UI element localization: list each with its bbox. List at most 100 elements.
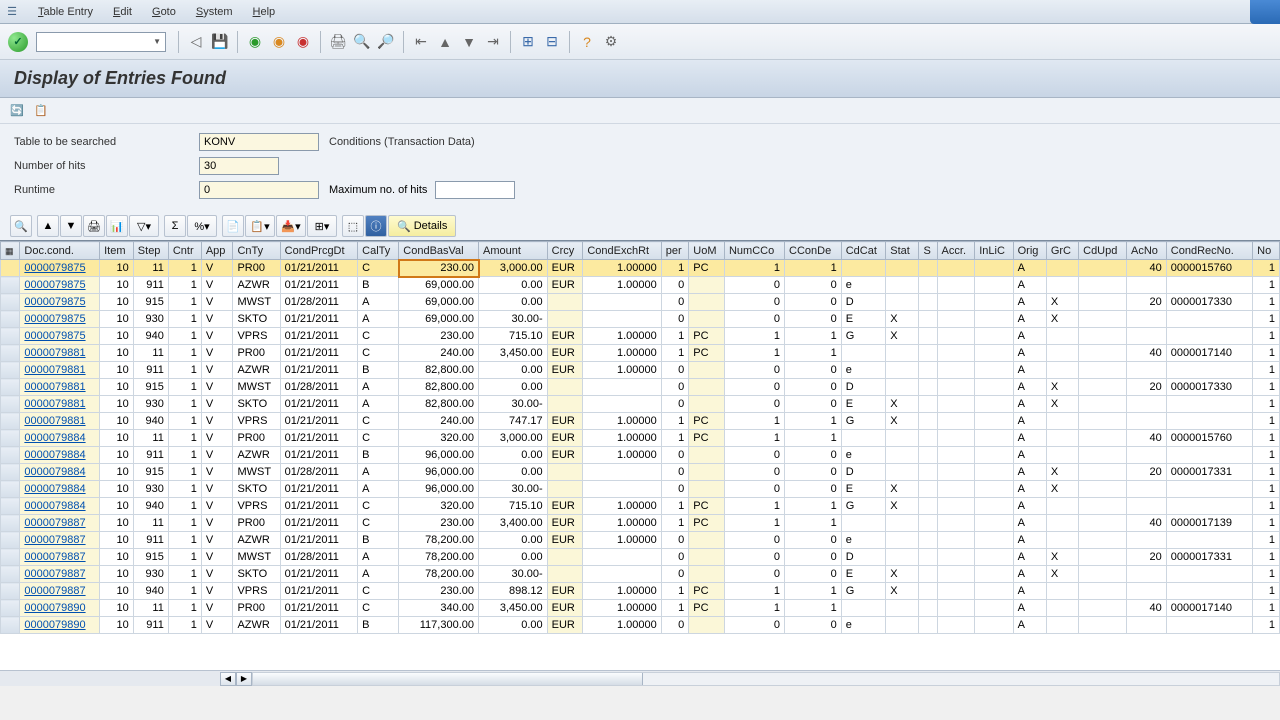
table-row[interactable]: 0000079884109301VSKTO01/21/2011A96,000.0… [1, 481, 1280, 498]
col-header[interactable]: S [919, 242, 937, 260]
copy-button[interactable]: 📋▾ [245, 215, 275, 237]
menu-goto[interactable]: Goto [142, 2, 186, 22]
cell-dt[interactable]: 01/21/2011 [280, 430, 358, 447]
cell-accr[interactable] [937, 447, 975, 464]
cell-acno[interactable]: 40 [1127, 600, 1167, 617]
col-header[interactable]: Stat [886, 242, 919, 260]
cell-s[interactable] [919, 464, 937, 481]
cell-orig[interactable]: A [1013, 362, 1046, 379]
cell-app[interactable]: V [201, 396, 233, 413]
cell-amt[interactable]: 3,450.00 [479, 600, 548, 617]
table-row[interactable]: 0000079887109151VMWST01/28/2011A78,200.0… [1, 549, 1280, 566]
cell-bas[interactable]: 96,000.00 [399, 447, 479, 464]
row-selector[interactable] [1, 515, 20, 532]
col-header[interactable]: Orig [1013, 242, 1046, 260]
cell-s[interactable] [919, 328, 937, 345]
cell-num[interactable]: 0 [724, 294, 784, 311]
cell-cntr[interactable]: 1 [168, 277, 201, 294]
cell-per[interactable]: 1 [661, 430, 689, 447]
cell-step[interactable]: 915 [133, 549, 168, 566]
cell-app[interactable]: V [201, 549, 233, 566]
cell-calty[interactable]: B [358, 277, 399, 294]
cell-per[interactable]: 0 [661, 549, 689, 566]
scroll-right-button[interactable]: ▶ [236, 672, 252, 686]
cell-rec[interactable]: 0000017331 [1166, 464, 1252, 481]
cell-inlic[interactable] [975, 481, 1013, 498]
cell-uom[interactable]: PC [689, 328, 725, 345]
cell-accr[interactable] [937, 566, 975, 583]
cell-orig[interactable]: A [1013, 294, 1046, 311]
cell-accr[interactable] [937, 430, 975, 447]
cell-cnty[interactable]: VPRS [233, 413, 280, 430]
cell-accr[interactable] [937, 260, 975, 277]
cell-stat[interactable]: X [886, 396, 919, 413]
cell-s[interactable] [919, 532, 937, 549]
cell-cdupd[interactable] [1079, 532, 1127, 549]
cell-doc[interactable]: 0000079881 [20, 396, 100, 413]
cell-calty[interactable]: A [358, 379, 399, 396]
cell-ccon[interactable]: 0 [785, 532, 842, 549]
cell-ccon[interactable]: 0 [785, 277, 842, 294]
cell-per[interactable]: 1 [661, 260, 689, 277]
cell-ccon[interactable]: 1 [785, 583, 842, 600]
cell-num[interactable]: 1 [724, 328, 784, 345]
cell-ex[interactable]: 1.00000 [583, 600, 661, 617]
cell-uom[interactable] [689, 362, 725, 379]
cell-accr[interactable] [937, 396, 975, 413]
cell-no[interactable]: 1 [1253, 549, 1280, 566]
cell-uom[interactable] [689, 481, 725, 498]
cell-inlic[interactable] [975, 311, 1013, 328]
cell-grc[interactable] [1046, 600, 1078, 617]
cell-item[interactable]: 10 [100, 379, 134, 396]
cell-accr[interactable] [937, 277, 975, 294]
cell-uom[interactable] [689, 294, 725, 311]
cell-s[interactable] [919, 549, 937, 566]
cell-s[interactable] [919, 481, 937, 498]
cell-rec[interactable] [1166, 617, 1252, 634]
cell-step[interactable]: 911 [133, 447, 168, 464]
cell-grc[interactable] [1046, 413, 1078, 430]
cell-ex[interactable]: 1.00000 [583, 447, 661, 464]
cell-per[interactable]: 0 [661, 447, 689, 464]
cell-num[interactable]: 0 [724, 617, 784, 634]
cell-step[interactable]: 911 [133, 617, 168, 634]
cell-num[interactable]: 1 [724, 498, 784, 515]
cell-ex[interactable]: 1.00000 [583, 498, 661, 515]
cell-orig[interactable]: A [1013, 515, 1046, 532]
row-selector[interactable] [1, 396, 20, 413]
hierarchy-icon[interactable]: 📋 [32, 102, 50, 120]
cell-calty[interactable]: A [358, 464, 399, 481]
cell-calty[interactable]: C [358, 430, 399, 447]
cell-cntr[interactable]: 1 [168, 481, 201, 498]
cell-doc[interactable]: 0000079887 [20, 549, 100, 566]
cell-no[interactable]: 1 [1253, 396, 1280, 413]
cell-ex[interactable] [583, 396, 661, 413]
cell-step[interactable]: 11 [133, 430, 168, 447]
cell-calty[interactable]: C [358, 515, 399, 532]
cell-grc[interactable]: X [1046, 396, 1078, 413]
cell-bas[interactable]: 320.00 [399, 498, 479, 515]
cell-acno[interactable] [1127, 277, 1167, 294]
cell-crcy[interactable] [547, 311, 583, 328]
cell-rec[interactable] [1166, 277, 1252, 294]
cell-cdcat[interactable]: G [841, 498, 886, 515]
cell-bas[interactable]: 230.00 [399, 328, 479, 345]
cell-cnty[interactable]: PR00 [233, 600, 280, 617]
cell-crcy[interactable]: EUR [547, 617, 583, 634]
cell-uom[interactable]: PC [689, 345, 725, 362]
cell-bas[interactable]: 96,000.00 [399, 464, 479, 481]
cell-uom[interactable] [689, 379, 725, 396]
cell-cntr[interactable]: 1 [168, 447, 201, 464]
cell-accr[interactable] [937, 549, 975, 566]
cell-cdupd[interactable] [1079, 260, 1127, 277]
cell-item[interactable]: 10 [100, 515, 134, 532]
cell-amt[interactable]: 747.17 [479, 413, 548, 430]
cell-ccon[interactable]: 0 [785, 447, 842, 464]
table-row[interactable]: 000007989010111VPR0001/21/2011C340.003,4… [1, 600, 1280, 617]
cell-dt[interactable]: 01/21/2011 [280, 311, 358, 328]
col-header[interactable]: AcNo [1127, 242, 1167, 260]
cell-step[interactable]: 911 [133, 362, 168, 379]
cell-ccon[interactable]: 1 [785, 498, 842, 515]
cell-cdupd[interactable] [1079, 498, 1127, 515]
cell-dt[interactable]: 01/21/2011 [280, 362, 358, 379]
